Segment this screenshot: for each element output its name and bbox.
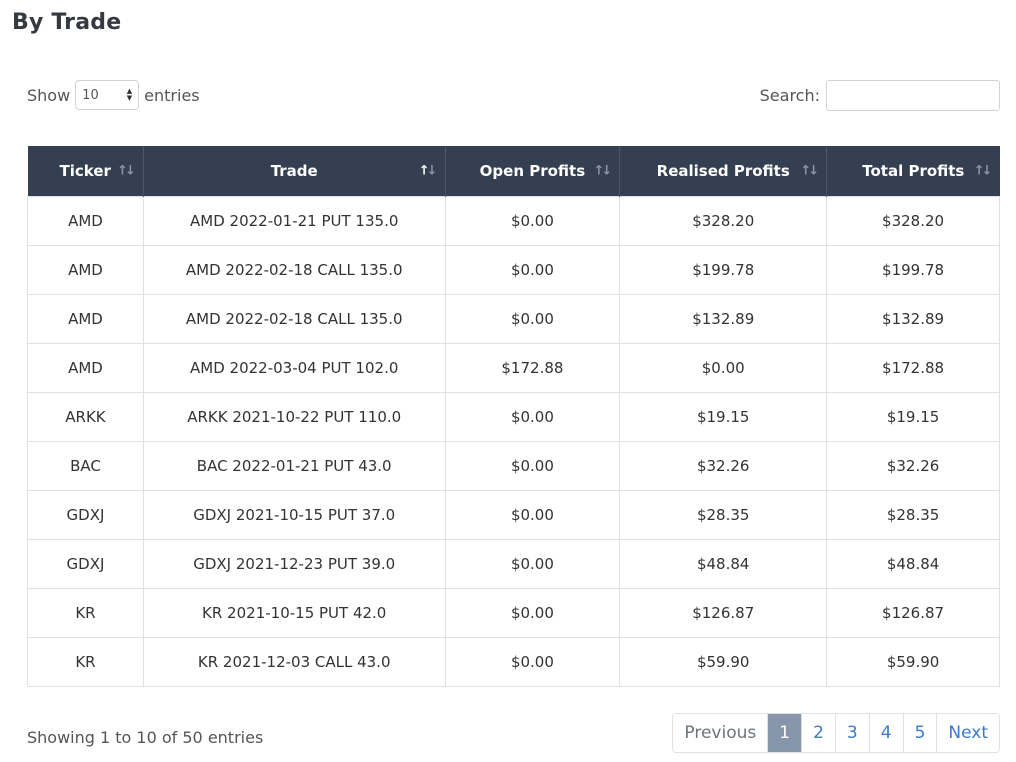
cell-total-profits: $126.87 bbox=[826, 588, 1000, 638]
cell-total-profits: $32.26 bbox=[826, 441, 1000, 491]
cell-realised-profits: $59.90 bbox=[619, 637, 828, 687]
cell-total-profits: $59.90 bbox=[826, 637, 1000, 687]
next-page-button[interactable]: Next bbox=[936, 714, 999, 752]
page-button-2[interactable]: 2 bbox=[801, 714, 835, 752]
cell-open-profits: $0.00 bbox=[444, 392, 621, 442]
page-button-1[interactable]: 1 bbox=[767, 714, 802, 752]
page-button-3[interactable]: 3 bbox=[834, 714, 869, 752]
table-row: GDXJ GDXJ 2021-12-23 PUT 39.0 $0.00 $48.… bbox=[27, 539, 1000, 589]
cell-trade: KR 2021-10-15 PUT 42.0 bbox=[142, 588, 446, 638]
cell-total-profits: $328.20 bbox=[826, 196, 1000, 246]
cell-realised-profits: $0.00 bbox=[619, 343, 828, 393]
sort-icon: ↑↓ bbox=[117, 163, 136, 179]
entries-label: entries bbox=[144, 85, 200, 105]
column-header-label: Ticker bbox=[59, 162, 111, 180]
table-row: AMD AMD 2022-01-21 PUT 135.0 $0.00 $328.… bbox=[27, 196, 1000, 246]
cell-trade: GDXJ 2021-10-15 PUT 37.0 bbox=[142, 490, 446, 540]
previous-page-button[interactable]: Previous bbox=[673, 714, 768, 752]
show-label: Show bbox=[27, 85, 71, 105]
column-header-trade[interactable]: Trade ↑↓ bbox=[143, 146, 446, 197]
cell-ticker: AMD bbox=[27, 196, 144, 246]
cell-total-profits: $19.15 bbox=[826, 392, 1000, 442]
table-header-row: Ticker ↑↓ Trade ↑↓ Open Profits ↑↓ Reali… bbox=[27, 146, 1000, 197]
column-header-total-profits[interactable]: Total Profits ↑↓ bbox=[826, 146, 1000, 197]
table-info: Showing 1 to 10 of 50 entries bbox=[27, 728, 264, 747]
cell-trade: AMD 2022-02-18 CALL 135.0 bbox=[142, 294, 446, 344]
cell-ticker: KR bbox=[27, 588, 144, 638]
cell-realised-profits: $32.26 bbox=[619, 441, 828, 491]
select-caret-icon: ▲ ▼ bbox=[126, 87, 133, 102]
table-row: AMD AMD 2022-02-18 CALL 135.0 $0.00 $199… bbox=[27, 245, 1000, 295]
cell-ticker: ARKK bbox=[27, 392, 144, 442]
cell-trade: KR 2021-12-03 CALL 43.0 bbox=[142, 637, 446, 687]
column-header-label: Trade bbox=[270, 162, 318, 180]
cell-open-profits: $0.00 bbox=[444, 294, 621, 344]
entries-per-page-value: 10 bbox=[82, 87, 99, 103]
table-row: KR KR 2021-10-15 PUT 42.0 $0.00 $126.87 … bbox=[27, 588, 1000, 638]
cell-realised-profits: $199.78 bbox=[619, 245, 828, 295]
cell-open-profits: $0.00 bbox=[444, 588, 621, 638]
table-row: ARKK ARKK 2021-10-22 PUT 110.0 $0.00 $19… bbox=[27, 392, 1000, 442]
column-header-label: Open Profits bbox=[479, 162, 586, 180]
page-button-4[interactable]: 4 bbox=[868, 714, 903, 752]
cell-total-profits: $48.84 bbox=[826, 539, 1000, 589]
cell-realised-profits: $48.84 bbox=[619, 539, 828, 589]
pagination: Previous 1 2 3 4 5 Next bbox=[672, 713, 1000, 753]
cell-ticker: GDXJ bbox=[27, 490, 144, 540]
cell-realised-profits: $28.35 bbox=[619, 490, 828, 540]
table-row: KR KR 2021-12-03 CALL 43.0 $0.00 $59.90 … bbox=[27, 637, 1000, 687]
cell-open-profits: $0.00 bbox=[444, 539, 621, 589]
cell-open-profits: $0.00 bbox=[444, 441, 621, 491]
cell-open-profits: $0.00 bbox=[444, 196, 621, 246]
cell-realised-profits: $328.20 bbox=[619, 196, 828, 246]
column-header-label: Realised Profits bbox=[656, 162, 790, 180]
cell-ticker: AMD bbox=[27, 245, 144, 295]
cell-realised-profits: $19.15 bbox=[619, 392, 828, 442]
search-input[interactable] bbox=[826, 80, 1000, 111]
search-control: Search: bbox=[760, 80, 1000, 111]
column-header-realised-profits[interactable]: Realised Profits ↑↓ bbox=[619, 146, 828, 197]
sort-icon: ↑↓ bbox=[593, 163, 613, 179]
cell-ticker: GDXJ bbox=[27, 539, 144, 589]
cell-trade: ARKK 2021-10-22 PUT 110.0 bbox=[142, 392, 446, 442]
cell-realised-profits: $132.89 bbox=[619, 294, 828, 344]
page-button-5[interactable]: 5 bbox=[902, 714, 937, 752]
cell-trade: GDXJ 2021-12-23 PUT 39.0 bbox=[142, 539, 446, 589]
sort-ascending-icon: ↑↓ bbox=[418, 163, 438, 179]
table-row: GDXJ GDXJ 2021-10-15 PUT 37.0 $0.00 $28.… bbox=[27, 490, 1000, 540]
cell-total-profits: $199.78 bbox=[826, 245, 1000, 295]
cell-total-profits: $28.35 bbox=[826, 490, 1000, 540]
table-row: BAC BAC 2022-01-21 PUT 43.0 $0.00 $32.26… bbox=[27, 441, 1000, 491]
cell-ticker: AMD bbox=[27, 294, 144, 344]
cell-open-profits: $172.88 bbox=[444, 343, 621, 393]
sort-icon: ↑↓ bbox=[800, 163, 819, 179]
sort-icon: ↑↓ bbox=[973, 163, 993, 179]
cell-trade: AMD 2022-03-04 PUT 102.0 bbox=[142, 343, 446, 393]
page-title: By Trade bbox=[12, 10, 122, 35]
column-header-ticker[interactable]: Ticker ↑↓ bbox=[27, 146, 144, 197]
table-row: AMD AMD 2022-03-04 PUT 102.0 $172.88 $0.… bbox=[27, 343, 1000, 393]
cell-trade: AMD 2022-01-21 PUT 135.0 bbox=[142, 196, 446, 246]
search-label: Search: bbox=[759, 86, 820, 105]
cell-total-profits: $132.89 bbox=[826, 294, 1000, 344]
column-header-open-profits[interactable]: Open Profits ↑↓ bbox=[445, 146, 621, 197]
cell-open-profits: $0.00 bbox=[444, 637, 621, 687]
trades-table: Ticker ↑↓ Trade ↑↓ Open Profits ↑↓ Reali… bbox=[27, 146, 1000, 687]
table-row: AMD AMD 2022-02-18 CALL 135.0 $0.00 $132… bbox=[27, 294, 1000, 344]
entries-per-page-select[interactable]: 10 ▲ ▼ bbox=[75, 80, 140, 110]
entries-length-control: Show 10 ▲ ▼ entries bbox=[27, 80, 200, 110]
cell-total-profits: $172.88 bbox=[826, 343, 1000, 393]
cell-open-profits: $0.00 bbox=[444, 490, 621, 540]
cell-ticker: BAC bbox=[27, 441, 144, 491]
cell-trade: BAC 2022-01-21 PUT 43.0 bbox=[142, 441, 446, 491]
cell-open-profits: $0.00 bbox=[444, 245, 621, 295]
cell-trade: AMD 2022-02-18 CALL 135.0 bbox=[142, 245, 446, 295]
cell-ticker: AMD bbox=[27, 343, 144, 393]
cell-realised-profits: $126.87 bbox=[619, 588, 828, 638]
cell-ticker: KR bbox=[27, 637, 144, 687]
column-header-label: Total Profits bbox=[862, 162, 965, 180]
